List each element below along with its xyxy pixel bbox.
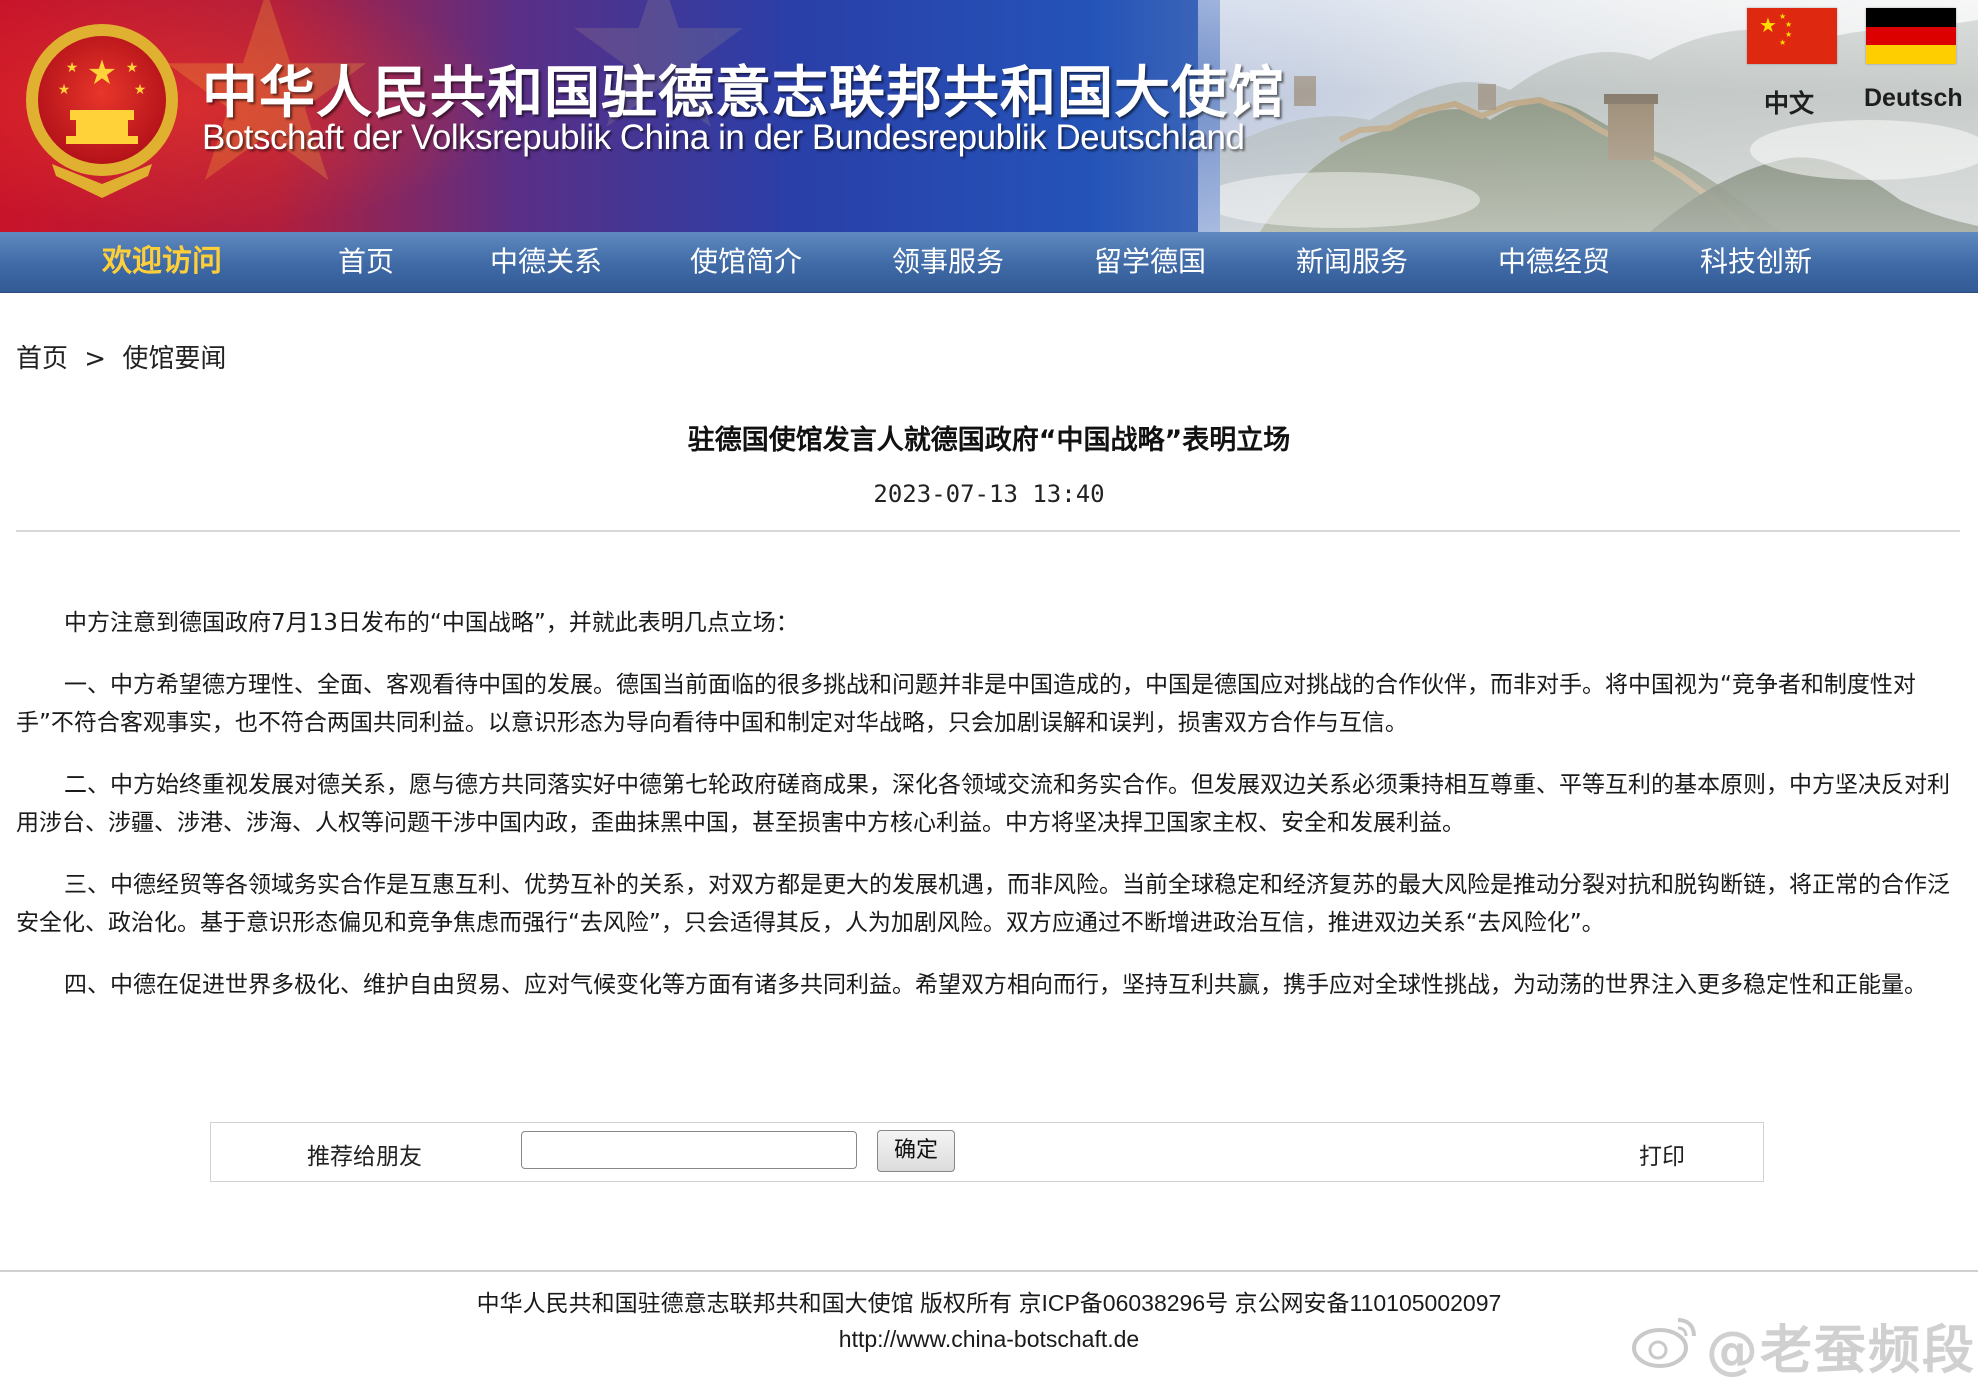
article-date: 2023-07-13 13:40: [873, 480, 1105, 508]
footer-divider: [0, 1270, 1978, 1272]
germany-flag-icon[interactable]: [1866, 8, 1956, 64]
national-emblem-icon: ★ ★ ★ ★ ★: [26, 24, 178, 198]
recommend-email-input[interactable]: [521, 1131, 857, 1169]
breadcrumb: 首页 > 使馆要闻: [16, 338, 226, 375]
flag-stripe-gold: [1866, 45, 1956, 64]
svg-text:★: ★: [134, 82, 147, 98]
article-paragraph: 三、中德经贸等各领域务实合作是互惠互利、优势互补的关系，对双方都是更大的发展机遇…: [16, 872, 1950, 936]
flag-stripe-black: [1866, 8, 1956, 27]
svg-text:★: ★: [1779, 38, 1786, 47]
main-nav: 欢迎访问 首页 中德关系 使馆简介 领事服务 留学德国 新闻服务 中德经贸 科技…: [0, 232, 1978, 293]
svg-text:★: ★: [1759, 13, 1777, 37]
site-title-cn: 中华人民共和国驻德意志联邦共和国大使馆: [202, 60, 1285, 126]
nav-item-welcome[interactable]: 欢迎访问: [102, 232, 222, 292]
china-flag-icon[interactable]: ★ ★ ★ ★ ★: [1747, 8, 1837, 64]
confirm-button[interactable]: 确定: [877, 1130, 955, 1172]
lang-link-deutsch[interactable]: Deutsch: [1864, 84, 1963, 113]
article-body: 中方注意到德国政府7月13日发布的“中国战略”，并就此表明几点立场： 一、中方希…: [16, 604, 1960, 1028]
breadcrumb-separator: >: [84, 344, 107, 374]
print-link[interactable]: 打印: [1639, 1137, 1685, 1171]
site-banner: ★ ★ ★ ★ ★ ★ ★ 中华人民共和国驻德意志联邦共和国大使馆 Botsch…: [0, 0, 1978, 232]
nav-item-consular-services[interactable]: 领事服务: [892, 232, 1004, 292]
nav-item-economy-trade[interactable]: 中德经贸: [1498, 232, 1610, 292]
article-paragraph: 四、中德在促进世界多极化、维护自由贸易、应对气候变化等方面有诸多共同利益。希望双…: [64, 972, 1927, 998]
svg-text:★: ★: [66, 60, 79, 76]
nav-item-embassy-intro[interactable]: 使馆简介: [690, 232, 802, 292]
nav-item-study-in-germany[interactable]: 留学德国: [1094, 232, 1206, 292]
nav-item-news-services[interactable]: 新闻服务: [1296, 232, 1408, 292]
site-title-de: Botschaft der Volksrepublik China in der…: [202, 118, 1245, 157]
breadcrumb-home[interactable]: 首页: [16, 344, 68, 374]
article-title: 驻德国使馆发言人就德国政府“中国战略”表明立场: [687, 425, 1291, 456]
nav-item-science-innovation[interactable]: 科技创新: [1700, 232, 1812, 292]
article-paragraph: 一、中方希望德方理性、全面、客观看待中国的发展。德国当前面临的很多挑战和问题并非…: [16, 672, 1916, 736]
recommend-bar: 推荐给朋友 确定 打印: [210, 1122, 1764, 1182]
nav-item-sino-german-relations[interactable]: 中德关系: [490, 232, 602, 292]
article-paragraph: 中方注意到德国政府7月13日发布的“中国战略”，并就此表明几点立场：: [64, 610, 799, 636]
svg-text:★: ★: [87, 53, 117, 93]
svg-text:★: ★: [126, 60, 139, 76]
weibo-icon: [1632, 1318, 1696, 1368]
banner-mist: [1198, 0, 1978, 232]
svg-text:★: ★: [1785, 20, 1792, 29]
recommend-label: 推荐给朋友: [307, 1144, 422, 1170]
watermark-text: @老蚕频段: [1706, 1321, 1977, 1381]
flag-stripe-red: [1866, 26, 1956, 46]
nav-item-home[interactable]: 首页: [338, 232, 394, 292]
breadcrumb-current[interactable]: 使馆要闻: [122, 344, 226, 374]
title-divider: [16, 530, 1960, 532]
lang-link-chinese[interactable]: 中文: [1764, 84, 1814, 120]
article-paragraph: 二、中方始终重视发展对德关系，愿与德方共同落实好中德第七轮政府磋商成果，深化各领…: [16, 772, 1950, 836]
svg-text:★: ★: [58, 82, 71, 98]
china-flag-stars: ★ ★ ★ ★ ★: [1759, 12, 1792, 47]
